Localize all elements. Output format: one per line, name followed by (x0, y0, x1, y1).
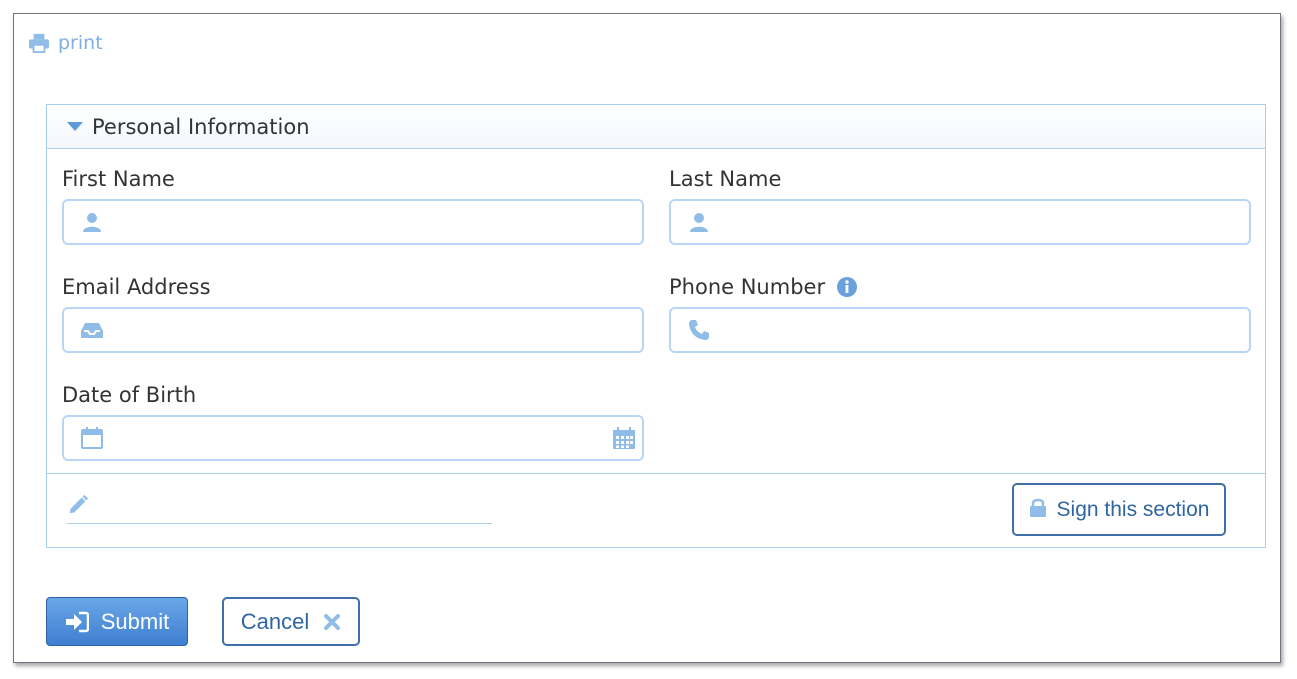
dob-input[interactable] (104, 417, 612, 459)
calendar-icon (81, 427, 103, 449)
email-input[interactable] (104, 309, 642, 351)
email-field[interactable] (62, 307, 644, 353)
print-link[interactable]: print (28, 32, 103, 54)
info-icon[interactable] (837, 277, 858, 297)
user-icon (690, 213, 708, 232)
first-name-label: First Name (62, 167, 175, 191)
last-name-field[interactable] (669, 199, 1251, 245)
dob-label-text: Date of Birth (62, 383, 197, 407)
phone-icon (689, 320, 709, 340)
dob-label: Date of Birth (62, 383, 196, 407)
user-icon (83, 213, 101, 232)
sign-in-icon (65, 611, 89, 632)
cancel-label: Cancel (240, 608, 310, 634)
first-name-input[interactable] (104, 201, 642, 243)
email-label-text: Email Address (62, 275, 211, 299)
first-name-label-text: First Name (62, 167, 175, 191)
pencil-icon (69, 494, 89, 514)
section-title: Personal Information (92, 114, 310, 139)
lock-icon (1029, 498, 1046, 517)
inbox-icon (81, 323, 103, 338)
personal-information-section: Personal Information First Name Last Nam… (46, 104, 1266, 548)
sign-section-label: Sign this section (1056, 497, 1210, 521)
last-name-input[interactable] (711, 201, 1249, 243)
printer-icon (29, 33, 49, 53)
caret-down-icon (67, 122, 83, 131)
phone-input[interactable] (711, 309, 1249, 351)
dob-field[interactable] (62, 415, 644, 461)
submit-label: Submit (100, 608, 170, 634)
print-label: print (58, 32, 103, 54)
close-icon (324, 613, 341, 630)
last-name-label-text: Last Name (669, 167, 782, 191)
signature-area: Sign this section (47, 473, 1265, 547)
phone-label: Phone Number (669, 275, 858, 299)
form-window: print Personal Information First Name La… (13, 13, 1281, 663)
phone-label-text: Phone Number (669, 275, 826, 299)
last-name-label: Last Name (669, 167, 781, 191)
signature-line[interactable] (67, 523, 492, 524)
phone-field[interactable] (669, 307, 1251, 353)
cancel-button[interactable]: Cancel (222, 597, 360, 646)
first-name-field[interactable] (62, 199, 644, 245)
section-header[interactable]: Personal Information (47, 105, 1265, 149)
email-label: Email Address (62, 275, 211, 299)
submit-button[interactable]: Submit (46, 597, 188, 646)
sign-section-button[interactable]: Sign this section (1012, 483, 1226, 536)
calendar-grid-icon[interactable] (612, 426, 636, 450)
